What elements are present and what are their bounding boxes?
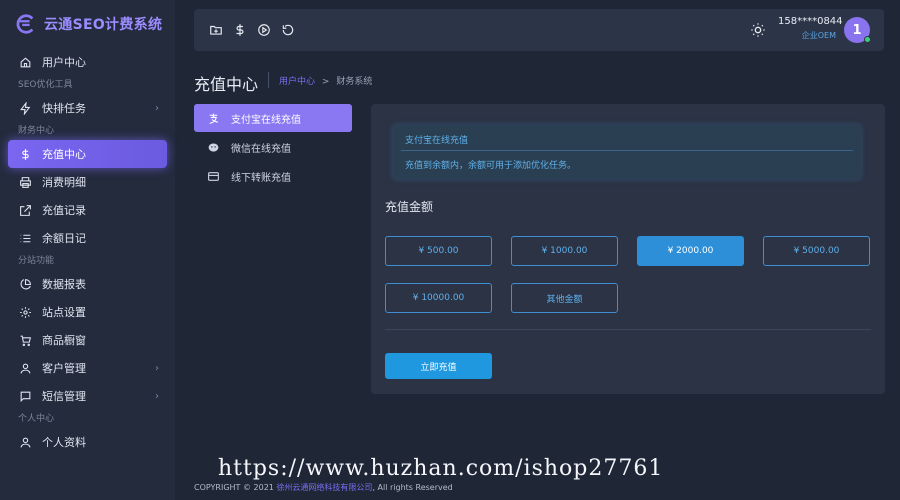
amount-option-500[interactable]: ¥ 500.00 <box>385 236 492 266</box>
folder-plus-icon[interactable] <box>208 22 224 38</box>
play-circle-icon[interactable] <box>256 22 272 38</box>
wechat-icon <box>207 141 221 154</box>
breadcrumb: 用户中心 > 财务系统 <box>279 74 372 87</box>
recharge-panel: 支付宝在线充值 充值到余额内，余额可用于添加优化任务。 充值金额 ¥ 500.0… <box>371 104 885 394</box>
tab-label: 支付宝在线充值 <box>231 114 301 126</box>
logo-icon <box>16 14 34 34</box>
external-link-icon <box>18 203 32 217</box>
sidebar-item-label: 数据报表 <box>42 278 86 291</box>
pie-chart-icon <box>18 277 32 291</box>
sidebar-item[interactable]: 充值中心 <box>8 140 167 168</box>
sidebar-item[interactable]: 个人资料 <box>8 428 167 456</box>
sidebar-item-label: 个人资料 <box>42 436 86 449</box>
tab-offline[interactable]: 线下转账充值 <box>194 162 352 190</box>
sidebar-item-label: 充值记录 <box>42 204 86 217</box>
sidebar-item-label: 快排任务 <box>42 102 86 115</box>
cart-icon <box>18 333 32 347</box>
sidebar-item[interactable]: 快排任务 › <box>8 94 167 122</box>
sidebar-item[interactable]: 用户中心 <box>8 48 167 76</box>
nav-section-label: SEO优化工具 <box>18 80 73 90</box>
theme-toggle-icon[interactable] <box>750 22 766 42</box>
footer-rights: , All rights Reserved <box>372 483 453 492</box>
form-divider <box>385 329 871 330</box>
sidebar-item[interactable]: 充值记录 <box>8 196 167 224</box>
sidebar-item[interactable]: 商品橱窗 <box>8 326 167 354</box>
sidebar-item-label: 用户中心 <box>42 56 86 69</box>
nav-section-label: 财务中心 <box>18 126 55 136</box>
dollar-icon <box>18 147 32 161</box>
nav-section-label: 分站功能 <box>18 256 55 266</box>
sidebar-nav: 用户中心 SEO优化工具快排任务 › 财务中心充值中心消费明细充值记录余额日记分站功能… <box>0 48 175 456</box>
sidebar-item-label: 客户管理 <box>42 362 86 375</box>
sidebar-item-label: 充值中心 <box>42 148 86 161</box>
user-icon <box>18 361 32 375</box>
list-icon <box>18 231 32 245</box>
amount-option-2000[interactable]: ¥ 2000.00 <box>637 236 744 266</box>
sidebar: 云通SEO计费系统 用户中心 SEO优化工具快排任务 › 财务中心充值中心消费明细充值… <box>0 0 175 500</box>
printer-icon <box>18 175 32 189</box>
chevron-right-icon: › <box>155 362 159 374</box>
alipay-icon <box>207 112 221 125</box>
chevron-right-icon: › <box>155 102 159 114</box>
brand[interactable]: 云通SEO计费系统 <box>0 0 175 48</box>
refresh-icon[interactable] <box>280 22 296 38</box>
brand-title: 云通SEO计费系统 <box>44 17 163 33</box>
gear-icon <box>18 305 32 319</box>
notice-title: 支付宝在线充值 <box>405 136 469 146</box>
page-title: 充值中心 <box>194 75 259 94</box>
amount-option-1000[interactable]: ¥ 1000.00 <box>511 236 618 266</box>
amount-option-other[interactable]: 其他金额 <box>511 283 618 313</box>
sidebar-item[interactable]: 短信管理 › <box>8 382 167 410</box>
online-status-dot <box>864 36 871 43</box>
chevron-right-icon: › <box>155 390 159 402</box>
avatar[interactable]: 1 <box>844 17 871 43</box>
breadcrumb-separator: > <box>321 77 330 87</box>
notice-divider <box>401 150 853 151</box>
watermark-url: https://www.huzhan.com/ishop27761 <box>218 456 664 481</box>
breadcrumb-current: 财务系统 <box>336 77 373 87</box>
sidebar-item-label: 商品橱窗 <box>42 334 86 347</box>
sidebar-item[interactable]: 客户管理 › <box>8 354 167 382</box>
sidebar-item[interactable]: 站点设置 <box>8 298 167 326</box>
tab-wechat[interactable]: 微信在线充值 <box>194 133 352 161</box>
recharge-submit-button[interactable]: 立即充值 <box>385 353 492 379</box>
info-notice: 支付宝在线充值 充值到余额内，余额可用于添加优化任务。 <box>393 125 861 179</box>
sidebar-item-label: 消费明细 <box>42 176 86 189</box>
home-icon <box>18 55 32 69</box>
footer-company-link[interactable]: 徐州云通网络科技有限公司 <box>276 483 372 492</box>
message-icon <box>18 389 32 403</box>
footer: COPYRIGHT © 2021 徐州云通网络科技有限公司, All right… <box>194 482 453 493</box>
user-info[interactable]: 158****0844 企业OEM <box>778 16 843 41</box>
dollar-icon[interactable] <box>232 22 248 38</box>
amount-label: 充值金额 <box>385 200 434 214</box>
topbar: 158****0844 企业OEM 1 <box>194 9 884 51</box>
title-divider <box>268 72 269 88</box>
card-icon <box>207 170 221 183</box>
footer-copyright: COPYRIGHT © 2021 <box>194 483 274 492</box>
avatar-text: 1 <box>852 22 862 38</box>
tab-alipay[interactable]: 支付宝在线充值 <box>194 104 352 132</box>
user-phone: 158****0844 <box>778 16 843 27</box>
user-role: 企业OEM <box>801 31 836 40</box>
user-icon <box>18 435 32 449</box>
sidebar-item[interactable]: 余额日记 <box>8 224 167 252</box>
sidebar-item-label: 余额日记 <box>42 232 86 245</box>
sidebar-item-label: 站点设置 <box>42 306 86 319</box>
sidebar-item[interactable]: 数据报表 <box>8 270 167 298</box>
amount-option-10000[interactable]: ¥ 10000.00 <box>385 283 492 313</box>
tab-label: 线下转账充值 <box>231 172 291 184</box>
bolt-icon <box>18 101 32 115</box>
sidebar-item[interactable]: 消费明细 <box>8 168 167 196</box>
tab-label: 微信在线充值 <box>231 143 291 155</box>
notice-text: 充值到余额内，余额可用于添加优化任务。 <box>405 161 577 171</box>
amount-option-5000[interactable]: ¥ 5000.00 <box>763 236 870 266</box>
breadcrumb-link-user-center[interactable]: 用户中心 <box>279 77 315 87</box>
nav-section-label: 个人中心 <box>18 414 55 424</box>
sidebar-item-label: 短信管理 <box>42 390 86 403</box>
